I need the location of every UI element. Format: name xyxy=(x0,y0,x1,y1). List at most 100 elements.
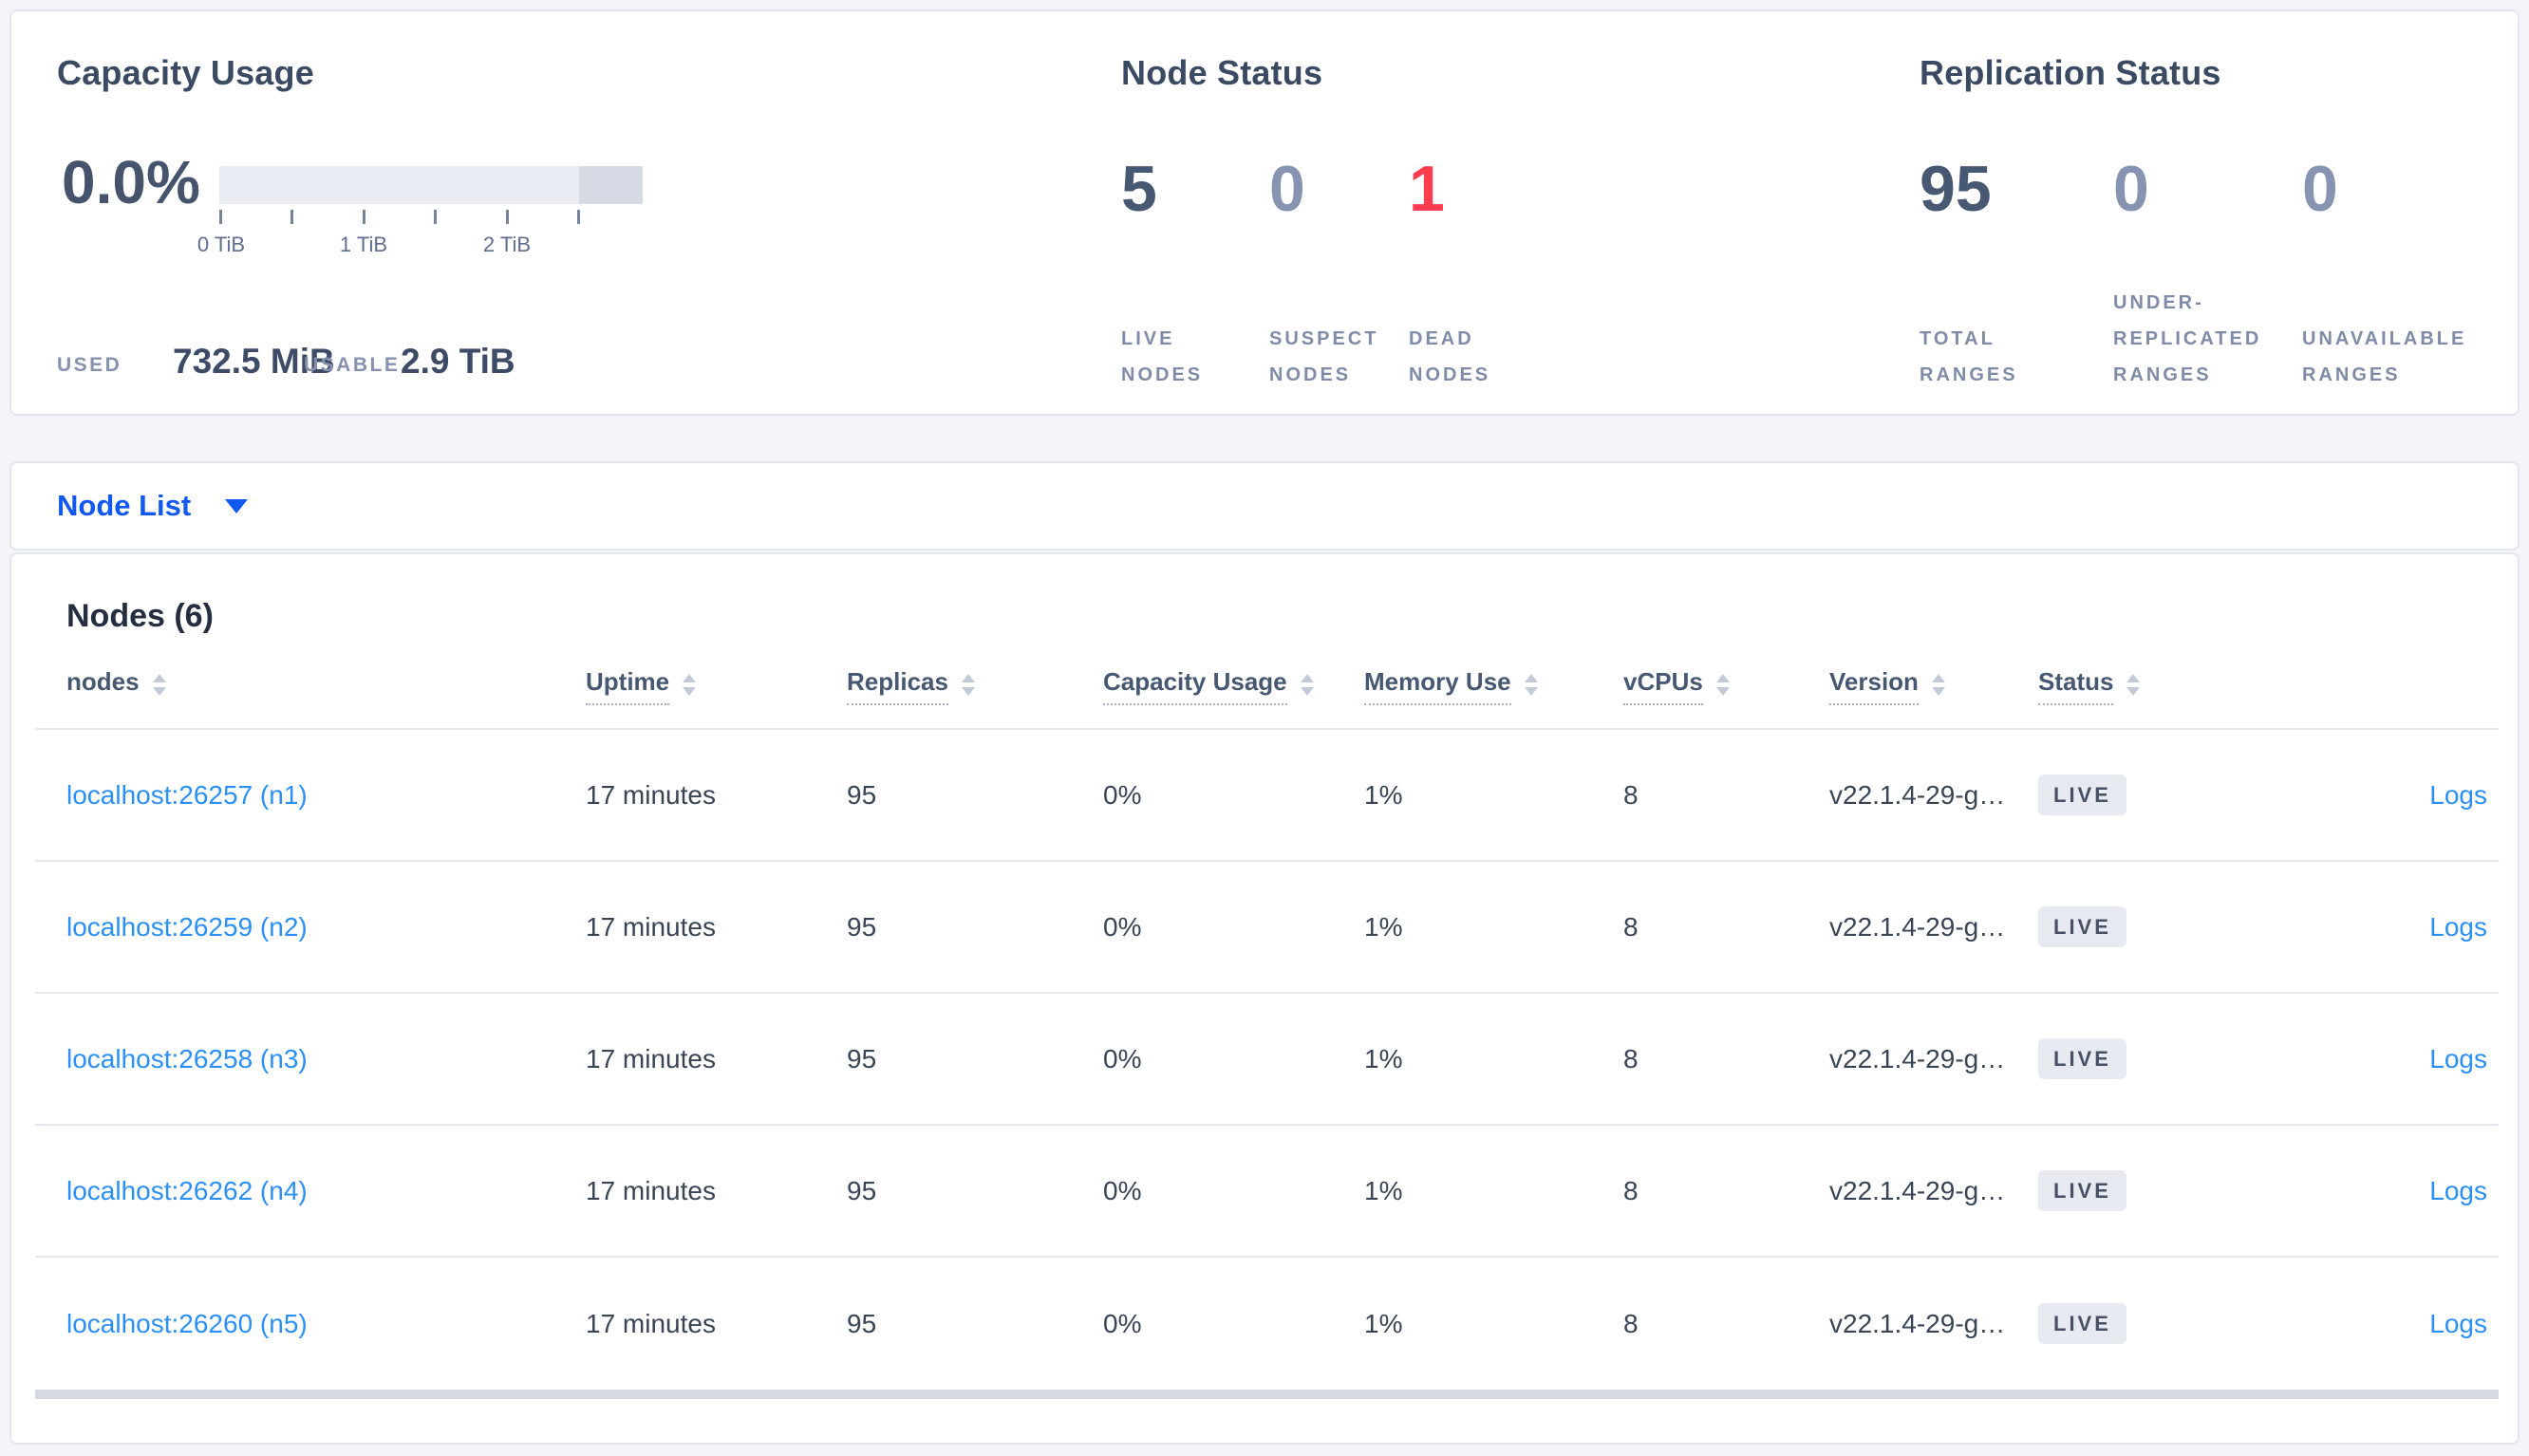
axis-tick xyxy=(506,210,509,224)
replicas-cell: 95 xyxy=(847,862,1103,994)
replication-status-section: Replication Status 95 0 0 TOTAL RANGES U… xyxy=(1920,11,2529,418)
node-link[interactable]: localhost:26258 (n3) xyxy=(66,1044,308,1073)
under-replicated-ranges-value: 0 xyxy=(2113,153,2149,225)
axis-tick xyxy=(363,210,365,224)
column-header-version[interactable]: Version xyxy=(1829,667,2038,730)
replication-labels: TOTAL RANGES UNDER-REPLICATED RANGES UNA… xyxy=(1920,249,2529,393)
capacity-axis-labels: 0 TiB 1 TiB 2 TiB xyxy=(197,233,643,259)
version-cell: v22.1.4-29-g… xyxy=(1829,1308,2006,1338)
logs-link[interactable]: Logs xyxy=(2429,1176,2487,1205)
replicas-cell: 95 xyxy=(847,1126,1103,1258)
capacity-axis-ticks xyxy=(219,210,643,225)
sort-icon[interactable] xyxy=(2126,673,2141,696)
sort-icon[interactable] xyxy=(961,673,975,696)
status-badge: LIVE xyxy=(2038,775,2126,815)
status-badge: LIVE xyxy=(2038,906,2126,947)
cluster-summary-panel: Capacity Usage 0.0% 0 TiB 1 TiB 2 TiB US… xyxy=(9,9,2520,416)
logs-link[interactable]: Logs xyxy=(2429,1309,2487,1338)
uptime-cell: 17 minutes xyxy=(586,1308,716,1338)
usable-label: USABLE xyxy=(304,354,401,376)
logs-link[interactable]: Logs xyxy=(2429,1044,2487,1073)
table-header-row: nodes Uptime Replicas Capacity Usage Mem… xyxy=(35,667,2499,730)
caret-down-icon xyxy=(225,498,249,513)
replication-values: 95 0 0 xyxy=(1920,154,2529,225)
node-link[interactable]: localhost:26260 (n5) xyxy=(66,1309,308,1338)
uptime-cell: 17 minutes xyxy=(586,730,847,862)
used-label: USED xyxy=(57,354,122,376)
column-header-vcpus[interactable]: vCPUs xyxy=(1623,667,1829,730)
live-nodes-value: 5 xyxy=(1121,153,1157,225)
vcpus-cell: 8 xyxy=(1623,1126,1829,1258)
view-dropdown-label: Node List xyxy=(57,489,192,522)
replicas-cell: 95 xyxy=(847,1308,877,1338)
total-ranges-label: TOTAL RANGES xyxy=(1920,328,2018,385)
nodes-count-title: Nodes (6) xyxy=(66,598,214,634)
under-replicated-ranges-label: UNDER-REPLICATED RANGES xyxy=(2113,292,2262,385)
status-badge: LIVE xyxy=(2038,1170,2126,1211)
node-status-labels: LIVE NODES SUSPECT NODES DEAD NODES xyxy=(1121,249,1694,393)
replicas-cell: 95 xyxy=(847,994,1103,1126)
capacity-usage-cell: 0% xyxy=(1103,994,1364,1126)
view-selector-bar: Node List xyxy=(9,461,2520,551)
version-cell: v22.1.4-29-g… xyxy=(1829,994,2038,1126)
vcpus-cell: 8 xyxy=(1623,730,1829,862)
column-header-status[interactable]: Status xyxy=(2038,667,2299,730)
dead-nodes-label: DEAD NODES xyxy=(1409,328,1491,385)
capacity-usage-title: Capacity Usage xyxy=(57,53,314,92)
column-header-uptime[interactable]: Uptime xyxy=(586,667,847,730)
memory-use-cell: 1% xyxy=(1364,994,1623,1126)
usable-value: 2.9 TiB xyxy=(401,342,515,381)
table-row: localhost:26259 (n2) 17 minutes 95 0% 1%… xyxy=(35,862,2499,994)
sort-icon[interactable] xyxy=(1931,673,1945,696)
version-cell: v22.1.4-29-g… xyxy=(1829,862,2038,994)
node-link[interactable]: localhost:26259 (n2) xyxy=(66,912,308,942)
total-ranges-value: 95 xyxy=(1920,153,1992,225)
unavailable-ranges-label: UNAVAILABLE RANGES xyxy=(2302,328,2467,385)
column-header-capacity-usage[interactable]: Capacity Usage xyxy=(1103,667,1364,730)
capacity-usage-cell: 0% xyxy=(1103,1308,1142,1338)
capacity-bar-track xyxy=(219,166,643,204)
axis-tick xyxy=(434,210,437,224)
version-cell: v22.1.4-29-g… xyxy=(1829,730,2038,862)
memory-use-cell: 1% xyxy=(1364,1126,1623,1258)
sort-icon[interactable] xyxy=(1300,673,1314,696)
view-dropdown-button[interactable]: Node List xyxy=(57,489,249,523)
sort-icon[interactable] xyxy=(683,673,697,696)
table-row: localhost:26260 (n5) 17 minutes 95 0% 1%… xyxy=(35,1258,2499,1390)
uptime-cell: 17 minutes xyxy=(586,994,847,1126)
replicas-cell: 95 xyxy=(847,730,1103,862)
memory-use-cell: 1% xyxy=(1364,730,1623,862)
axis-tick-label: 1 TiB xyxy=(339,233,388,256)
logs-link[interactable]: Logs xyxy=(2429,912,2487,942)
sort-icon[interactable] xyxy=(1715,673,1730,696)
node-link[interactable]: localhost:26262 (n4) xyxy=(66,1176,308,1205)
live-nodes-label: LIVE NODES xyxy=(1121,328,1204,385)
suspect-nodes-label: SUSPECT NODES xyxy=(1269,328,1379,385)
sort-icon[interactable] xyxy=(1524,673,1538,696)
capacity-usage-section: Capacity Usage 0.0% 0 TiB 1 TiB 2 TiB US… xyxy=(57,11,1111,418)
cluster-overview-page: Capacity Usage 0.0% 0 TiB 1 TiB 2 TiB US… xyxy=(0,9,2529,1445)
node-link[interactable]: localhost:26257 (n1) xyxy=(66,780,308,810)
column-header-replicas[interactable]: Replicas xyxy=(847,667,1103,730)
sort-icon[interactable] xyxy=(152,673,166,696)
table-row: localhost:26258 (n3) 17 minutes 95 0% 1%… xyxy=(35,994,2499,1126)
nodes-table-panel: Nodes (6) nodes Uptime Replicas Capacity… xyxy=(9,552,2520,1445)
capacity-bar-segment xyxy=(579,166,643,204)
column-header-logs xyxy=(2299,667,2499,730)
capacity-usage-cell: 0% xyxy=(1103,730,1364,862)
axis-tick xyxy=(577,210,580,224)
node-status-title: Node Status xyxy=(1121,53,1323,92)
logs-link[interactable]: Logs xyxy=(2429,780,2487,810)
column-header-memory-use[interactable]: Memory Use xyxy=(1364,667,1623,730)
column-header-nodes[interactable]: nodes xyxy=(35,667,586,730)
capacity-percent-value: 0.0% xyxy=(62,148,200,216)
status-badge: LIVE xyxy=(2038,1303,2126,1344)
axis-tick xyxy=(219,210,222,224)
capacity-gauge: 0 TiB 1 TiB 2 TiB xyxy=(197,166,643,259)
suspect-nodes-value: 0 xyxy=(1269,153,1305,225)
dead-nodes-value: 1 xyxy=(1409,153,1445,225)
axis-tick-label: 2 TiB xyxy=(482,233,532,256)
capacity-usage-cell: 0% xyxy=(1103,862,1364,994)
uptime-cell: 17 minutes xyxy=(586,1126,847,1258)
axis-tick xyxy=(290,210,293,224)
